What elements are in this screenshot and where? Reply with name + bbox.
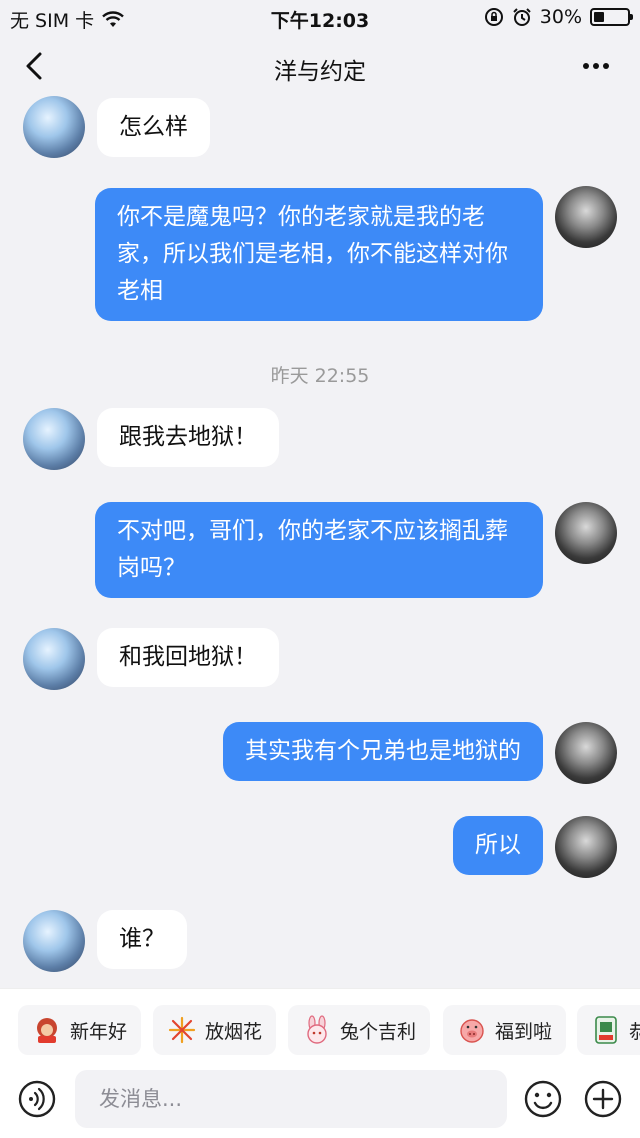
incoming-message[interactable]: 怎么样: [97, 98, 210, 157]
voice-input-icon[interactable]: [17, 1079, 57, 1119]
quick-reply-label: 恭: [629, 1017, 640, 1044]
quick-reply-tugejili[interactable]: 兔个吉利: [288, 1005, 431, 1055]
quick-reply-fudaola[interactable]: 福到啦: [443, 1005, 567, 1055]
pig-icon: [457, 1015, 487, 1045]
quick-reply-label: 放烟花: [205, 1020, 263, 1043]
message-input-bar: [0, 1066, 640, 1138]
my-avatar[interactable]: [555, 502, 617, 564]
contact-avatar[interactable]: [23, 408, 85, 470]
chat-history[interactable]: 怎么样 你不是魔鬼吗？你的老家就是我的老家，所以我们是老相，你不能这样对你老相 …: [0, 96, 640, 986]
contact-avatar[interactable]: [23, 910, 85, 972]
rabbit-icon: [302, 1015, 332, 1045]
quick-reply-fangyanhua[interactable]: 放烟花: [153, 1005, 277, 1055]
alarm-icon: [513, 8, 531, 26]
nav-bar: 洋与约定: [0, 36, 640, 96]
outgoing-message[interactable]: 你不是魔鬼吗？你的老家就是我的老家，所以我们是老相，你不能这样对你老相: [95, 188, 543, 321]
incoming-message[interactable]: 跟我去地狱！: [97, 408, 279, 467]
contact-avatar[interactable]: [23, 628, 85, 690]
quick-reply-gong[interactable]: 恭: [577, 1005, 640, 1055]
quick-reply-xinnianhao[interactable]: 新年好: [18, 1005, 142, 1055]
my-avatar[interactable]: [555, 722, 617, 784]
fireworks-icon: [167, 1015, 197, 1045]
outgoing-message[interactable]: 所以: [453, 816, 543, 875]
battery-fill: [594, 12, 604, 22]
incoming-message[interactable]: 和我回地狱！: [97, 628, 279, 687]
status-bar: 无 SIM 卡 下午12:03 30%: [0, 0, 640, 36]
contact-avatar[interactable]: [23, 96, 85, 158]
quick-reply-label: 兔个吉利: [340, 1020, 417, 1043]
mahjong-icon: [591, 1015, 621, 1045]
monkey-icon: [32, 1015, 62, 1045]
outgoing-message[interactable]: 其实我有个兄弟也是地狱的: [223, 722, 543, 781]
battery-icon: [590, 8, 633, 26]
status-bar-right: 30%: [484, 6, 633, 28]
my-avatar[interactable]: [555, 186, 617, 248]
battery-percent: 30%: [539, 6, 582, 28]
incoming-message[interactable]: 谁？: [97, 910, 187, 969]
quick-reply-bar[interactable]: 新年好 放烟花 兔个吉利 福到啦: [0, 988, 640, 1066]
outgoing-message[interactable]: 不对吧，哥们，你的老家不应该搁乱葬岗吗？: [95, 502, 543, 598]
quick-reply-label: 福到啦: [495, 1020, 553, 1043]
my-avatar[interactable]: [555, 816, 617, 878]
emoji-icon[interactable]: [523, 1079, 563, 1119]
plus-icon[interactable]: [583, 1079, 623, 1119]
chat-title: 洋与约定: [274, 59, 366, 85]
message-input[interactable]: [75, 1070, 507, 1128]
orientation-lock-icon: [484, 8, 503, 26]
more-options-icon[interactable]: [578, 48, 614, 84]
message-timestamp: 昨天 22:55: [270, 365, 370, 387]
quick-reply-label: 新年好: [70, 1020, 128, 1043]
